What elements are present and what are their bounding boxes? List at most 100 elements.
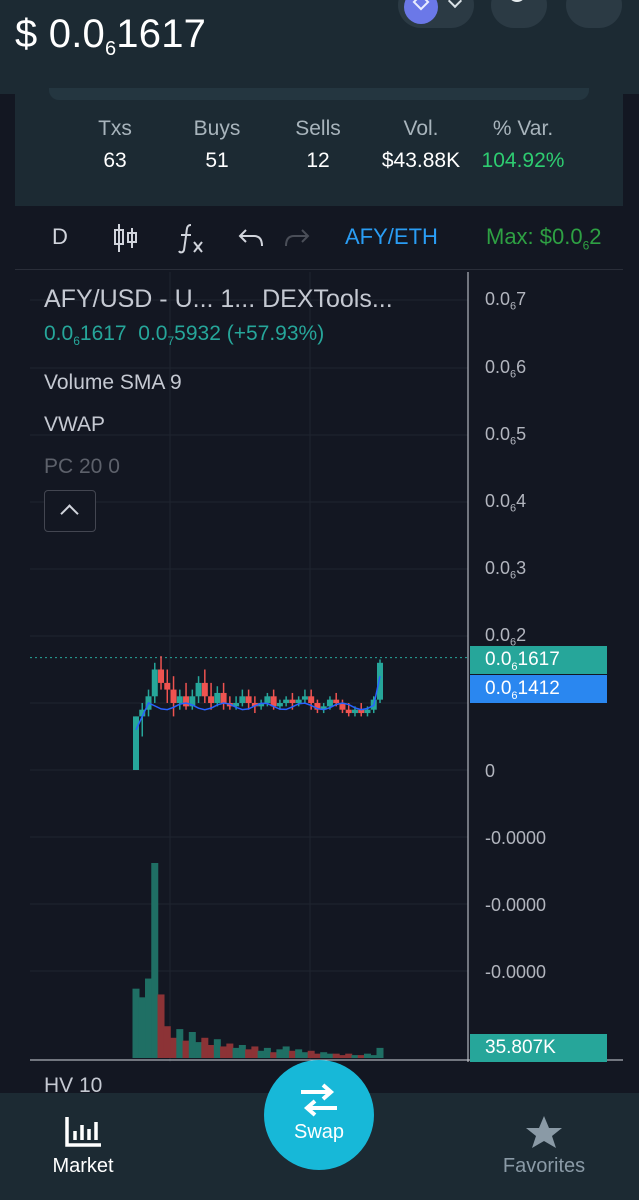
candle-body xyxy=(239,696,246,703)
volume-bar xyxy=(320,1052,328,1058)
app-root: $ 0.061617 Txs 63 Buys 51 Sells 12 Vol. … xyxy=(0,0,639,1200)
volume-bar xyxy=(188,1032,196,1058)
y-tick-label: 0.063 xyxy=(485,558,527,582)
stat-variation-value: 104.92% xyxy=(481,149,565,172)
stat-volume-label: Vol. xyxy=(403,117,439,140)
chevron-down-icon xyxy=(447,0,463,9)
volume-bar xyxy=(276,1049,284,1058)
volume-bar xyxy=(195,1042,203,1058)
menu-button[interactable] xyxy=(566,0,622,28)
candle-body xyxy=(276,703,283,707)
swap-arrows-icon xyxy=(301,1083,337,1117)
redo-icon[interactable] xyxy=(283,226,311,250)
chevron-up-icon xyxy=(60,504,79,523)
stat-txs-label: Txs xyxy=(98,117,132,140)
volume-bar xyxy=(157,994,165,1058)
stat-txs-value: 63 xyxy=(103,149,127,172)
nav-favorites[interactable]: Favorites xyxy=(497,1115,591,1178)
volume-bar xyxy=(220,1046,228,1058)
swap-label: Swap xyxy=(293,1121,345,1143)
market-chart-icon xyxy=(65,1117,101,1147)
chart-toolbar: D AFY/ETH Max: $0.062 xyxy=(15,206,623,270)
swap-button[interactable]: Swap xyxy=(264,1060,374,1170)
candle-body xyxy=(170,689,177,703)
candle-body xyxy=(201,682,208,697)
volume-bar xyxy=(351,1055,359,1058)
stat-txs: Txs 63 xyxy=(92,116,138,174)
candle-body xyxy=(301,696,308,700)
indicator-pc[interactable]: PC 20 0 xyxy=(44,453,474,481)
candle-body xyxy=(195,682,202,697)
volume-bar xyxy=(145,978,153,1058)
volume-bar xyxy=(238,1045,246,1058)
volume-bar xyxy=(182,1040,190,1058)
volume-bar xyxy=(263,1047,271,1058)
candle-body xyxy=(151,669,158,697)
volume-bar xyxy=(257,1050,265,1058)
ethereum-icon xyxy=(404,0,438,24)
stat-variation: % Var. 104.92% xyxy=(477,116,569,174)
stat-volume: Vol. $43.88K xyxy=(373,116,469,174)
candle-body xyxy=(214,692,221,703)
volume-bar xyxy=(138,997,146,1058)
candle-body xyxy=(183,696,190,707)
candle-body xyxy=(345,709,352,714)
trade-stats-panel: Txs 63 Buys 51 Sells 12 Vol. $43.88K % V… xyxy=(15,88,623,206)
search-icon xyxy=(508,0,526,2)
volume-bar xyxy=(226,1043,234,1058)
star-icon xyxy=(526,1116,562,1148)
stat-sells: Sells 12 xyxy=(287,116,349,174)
stat-sells-label: Sells xyxy=(295,117,341,140)
volume-bar xyxy=(326,1053,334,1058)
candle-body xyxy=(245,696,252,703)
y-tick-label: -0.0000 xyxy=(485,962,547,982)
volume-bar xyxy=(345,1053,353,1058)
indicators-fx-icon[interactable] xyxy=(177,222,205,254)
y-tick-label: 0.067 xyxy=(485,289,527,313)
chart-title: AFY/USD - U... 1... DEXTools... xyxy=(44,285,393,313)
pair-selector[interactable]: AFY/ETH xyxy=(345,224,438,250)
vwap-badge: 0.061412 xyxy=(470,675,607,703)
volume-bar xyxy=(313,1053,321,1058)
candlestick-type-icon[interactable] xyxy=(113,222,139,254)
nav-market-label: Market xyxy=(52,1155,114,1177)
volume-bar xyxy=(270,1052,278,1058)
y-tick-label: 0.064 xyxy=(485,491,527,515)
volume-bar xyxy=(282,1046,290,1058)
app-header: $ 0.061617 xyxy=(0,0,639,94)
price-chart[interactable]: AFY/USD - U... 1... DEXTools... 0.061617… xyxy=(30,272,623,1097)
volume-bar xyxy=(307,1050,315,1058)
volume-bar xyxy=(232,1047,240,1058)
y-tick-label: 0.066 xyxy=(485,357,527,381)
stat-variation-label: % Var. xyxy=(492,117,554,140)
indicator-vwap[interactable]: VWAP xyxy=(44,411,474,439)
nav-favorites-label: Favorites xyxy=(502,1155,586,1177)
stat-sells-value: 12 xyxy=(306,149,330,172)
indicator-volume-sma[interactable]: Volume SMA 9 xyxy=(44,369,474,397)
volume-bar xyxy=(363,1053,371,1058)
volume-bar xyxy=(201,1037,209,1058)
candle-body xyxy=(289,699,296,703)
volume-bar xyxy=(357,1055,365,1058)
interval-button[interactable]: D xyxy=(52,224,68,250)
volume-bar xyxy=(207,1045,215,1058)
candle-body xyxy=(208,696,215,703)
candle-body xyxy=(351,709,358,714)
stat-buys: Buys 51 xyxy=(185,116,249,174)
stat-buys-value: 51 xyxy=(205,149,229,172)
chart-price-values: 0.061617 0.075932 (+57.93%) xyxy=(44,322,325,349)
network-selector-button[interactable] xyxy=(398,0,474,28)
collapse-legend-button[interactable] xyxy=(44,490,96,532)
volume-bar xyxy=(288,1050,296,1058)
stat-buys-label: Buys xyxy=(193,117,241,140)
volume-bar xyxy=(251,1046,259,1058)
y-tick-label: 0.065 xyxy=(485,424,527,448)
nav-market[interactable]: Market xyxy=(48,1115,118,1178)
volume-bar xyxy=(213,1039,221,1058)
undo-icon[interactable] xyxy=(237,226,265,250)
candle-body xyxy=(377,662,383,700)
volume-bar xyxy=(163,1026,171,1058)
volume-bar xyxy=(132,988,140,1058)
search-button[interactable] xyxy=(491,0,547,28)
volume-bar xyxy=(338,1055,346,1058)
